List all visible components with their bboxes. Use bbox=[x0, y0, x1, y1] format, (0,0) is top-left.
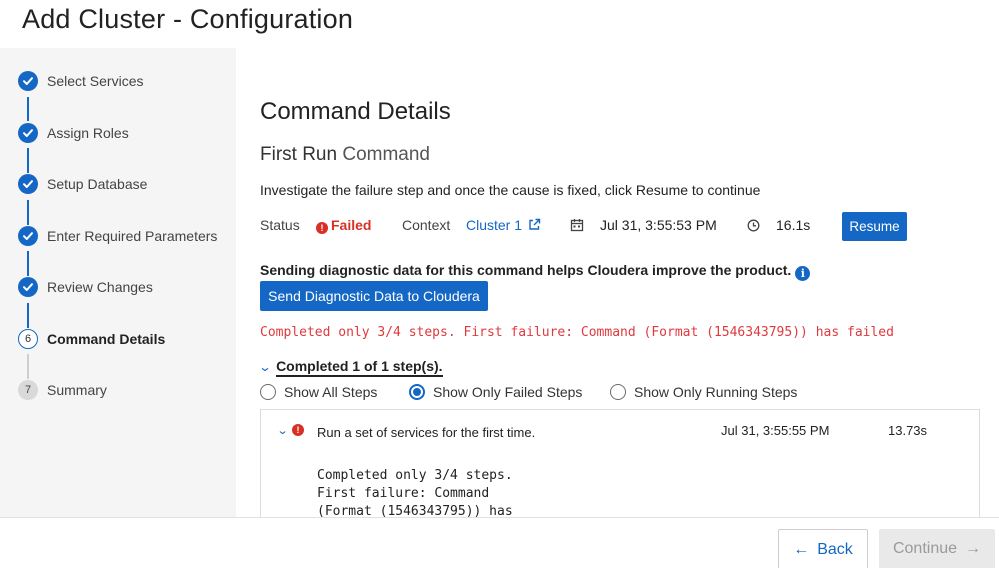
error-icon: ! bbox=[292, 424, 304, 436]
filter-show-only-running-steps[interactable]: Show Only Running Steps bbox=[610, 384, 797, 400]
arrow-left-icon: ← bbox=[793, 540, 810, 558]
step-filter-group: Show All Steps Show Only Failed Steps Sh… bbox=[260, 384, 980, 404]
step-description: Run a set of services for the first time… bbox=[317, 425, 536, 440]
continue-button-label: Continue bbox=[892, 540, 958, 557]
context-link[interactable]: Cluster 1 bbox=[466, 217, 541, 233]
step-duration: 13.73s bbox=[888, 423, 928, 438]
checkmark-icon bbox=[18, 123, 38, 143]
chevron-down-icon[interactable]: ⌄ bbox=[277, 424, 289, 437]
radio-button-selected[interactable] bbox=[409, 384, 425, 400]
radio-button[interactable] bbox=[260, 384, 276, 400]
wizard-step-label: Review Changes bbox=[47, 279, 153, 295]
checkmark-icon bbox=[18, 277, 38, 297]
wizard-step-label: Assign Roles bbox=[47, 125, 129, 141]
chevron-down-icon: ⌄ bbox=[258, 360, 272, 374]
resume-button[interactable]: Resume bbox=[842, 212, 907, 241]
status-badge: ! Failed bbox=[316, 217, 371, 234]
page: Add Cluster - Configuration Select Servi… bbox=[0, 0, 999, 568]
command-details-panel: Command Details First Run Command Invest… bbox=[236, 70, 999, 518]
step-number-badge: 7 bbox=[18, 380, 38, 400]
command-name-suffix: Command bbox=[342, 144, 431, 165]
wizard-sidebar: Select Services Assign Roles Setup Datab… bbox=[0, 48, 236, 518]
continue-button[interactable]: Continue → bbox=[879, 529, 995, 568]
header: Add Cluster - Configuration bbox=[0, 0, 999, 48]
wizard-step-label: Setup Database bbox=[47, 176, 148, 192]
wizard-step-label: Select Services bbox=[47, 73, 144, 89]
calendar-icon bbox=[570, 217, 584, 233]
wizard-step-label: Summary bbox=[47, 382, 107, 398]
filter-show-all-steps[interactable]: Show All Steps bbox=[260, 384, 377, 400]
status-label: Status bbox=[260, 217, 300, 233]
back-button-label: Back bbox=[817, 540, 853, 558]
radio-label: Show Only Failed Steps bbox=[433, 384, 583, 400]
checkmark-icon bbox=[18, 226, 38, 246]
completed-steps-summary: Completed 1 of 1 step(s). bbox=[276, 358, 443, 377]
checkmark-icon bbox=[18, 71, 38, 91]
wizard-step-review-changes[interactable]: Review Changes bbox=[0, 271, 236, 301]
completed-steps-toggle[interactable]: ⌄ Completed 1 of 1 step(s). bbox=[258, 358, 443, 377]
command-timestamp: Jul 31, 3:55:53 PM bbox=[600, 217, 717, 233]
checkmark-icon bbox=[18, 174, 38, 194]
diagnostic-notice: Sending diagnostic data for this command… bbox=[260, 262, 811, 281]
context-value: Cluster 1 bbox=[466, 217, 523, 233]
step-number-badge: 6 bbox=[18, 329, 38, 349]
radio-label: Show All Steps bbox=[284, 384, 378, 400]
external-link-icon bbox=[529, 218, 541, 230]
radio-label: Show Only Running Steps bbox=[634, 384, 798, 400]
error-icon: ! bbox=[316, 222, 328, 234]
radio-button[interactable] bbox=[610, 384, 626, 400]
command-name-main: First Run bbox=[260, 144, 338, 165]
diagnostic-notice-text: Sending diagnostic data for this command… bbox=[260, 262, 792, 278]
back-button[interactable]: ← Back bbox=[778, 529, 868, 568]
steps-list: ⌄ ! Run a set of services for the first … bbox=[260, 409, 980, 518]
step-detail-line: (Format (1546343795)) has bbox=[317, 504, 513, 518]
command-name: First Run Command bbox=[260, 144, 430, 166]
context-label: Context bbox=[402, 217, 451, 233]
status-value: Failed bbox=[331, 217, 372, 233]
page-title: Add Cluster - Configuration bbox=[22, 4, 354, 34]
send-diagnostic-data-button[interactable]: Send Diagnostic Data to Cloudera bbox=[260, 281, 488, 311]
wizard-step-command-details[interactable]: 6 Command Details bbox=[0, 323, 236, 353]
clock-icon bbox=[747, 217, 760, 233]
wizard-step-label: Enter Required Parameters bbox=[47, 228, 218, 244]
step-detail-line: First failure: Command bbox=[317, 486, 490, 501]
filter-show-only-failed-steps[interactable]: Show Only Failed Steps bbox=[409, 384, 582, 400]
info-icon[interactable]: i bbox=[795, 266, 811, 281]
wizard-step-label: Command Details bbox=[47, 331, 166, 347]
arrow-right-icon: → bbox=[965, 540, 982, 557]
footer: ← Back Continue → bbox=[0, 517, 999, 568]
step-timestamp: Jul 31, 3:55:55 PM bbox=[721, 423, 830, 438]
wizard-step-select-services[interactable]: Select Services bbox=[0, 65, 236, 95]
wizard-step-enter-required-parameters[interactable]: Enter Required Parameters bbox=[0, 220, 236, 250]
wizard-step-summary[interactable]: 7 Summary bbox=[0, 374, 236, 404]
wizard-step-assign-roles[interactable]: Assign Roles bbox=[0, 117, 236, 147]
section-title: Command Details bbox=[260, 98, 451, 125]
instructions-text: Investigate the failure step and once th… bbox=[260, 182, 761, 198]
error-message: Completed only 3/4 steps. First failure:… bbox=[260, 325, 894, 340]
wizard-step-setup-database[interactable]: Setup Database bbox=[0, 168, 236, 198]
step-detail: Completed only 3/4 steps. First failure:… bbox=[317, 467, 557, 518]
command-duration: 16.1s bbox=[776, 217, 811, 233]
step-detail-line: Completed only 3/4 steps. bbox=[317, 468, 513, 483]
